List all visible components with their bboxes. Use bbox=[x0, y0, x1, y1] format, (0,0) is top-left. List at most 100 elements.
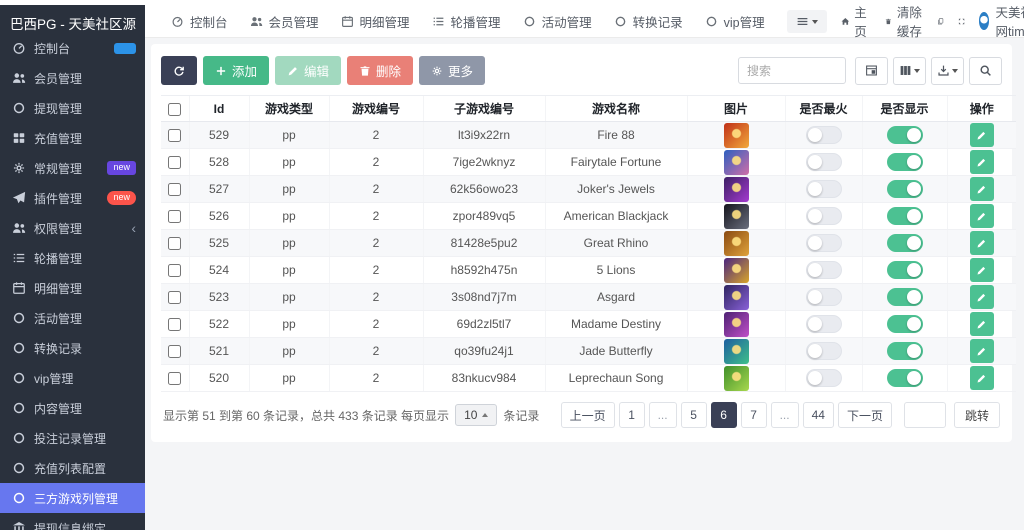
row-edit-button[interactable] bbox=[970, 231, 994, 255]
sidebar-item-label: 充值管理 bbox=[34, 130, 82, 147]
hot-toggle[interactable] bbox=[806, 315, 842, 333]
row-checkbox[interactable] bbox=[168, 210, 181, 223]
home-link[interactable]: 主页 bbox=[841, 2, 872, 40]
sidebar-item-4[interactable]: 常规管理new bbox=[0, 153, 145, 183]
sidebar-item-3[interactable]: 充值管理 bbox=[0, 123, 145, 153]
more-button[interactable]: 更多 bbox=[419, 56, 485, 85]
navbar-right: 主页 清除缓存 天美社区源码网timibbs.net bbox=[787, 2, 1024, 40]
nav-tab-3[interactable]: 轮播管理 bbox=[432, 12, 501, 31]
hot-toggle[interactable] bbox=[806, 369, 842, 387]
show-toggle[interactable] bbox=[887, 207, 923, 225]
sidebar-item-12[interactable]: 内容管理 bbox=[0, 393, 145, 423]
search-area bbox=[738, 57, 1002, 85]
cell-sub-game-no: 62k56owo23 bbox=[423, 176, 545, 203]
select-all-checkbox[interactable] bbox=[168, 103, 181, 116]
cell-game-name: Great Rhino bbox=[545, 230, 687, 257]
sidebar-item-5[interactable]: 插件管理new bbox=[0, 183, 145, 213]
hot-toggle[interactable] bbox=[806, 126, 842, 144]
fullscreen-icon[interactable] bbox=[958, 15, 965, 28]
hot-toggle[interactable] bbox=[806, 207, 842, 225]
row-edit-button[interactable] bbox=[970, 150, 994, 174]
clear-cache-link[interactable]: 清除缓存 bbox=[885, 2, 923, 40]
show-toggle[interactable] bbox=[887, 315, 923, 333]
show-toggle[interactable] bbox=[887, 342, 923, 360]
search-input[interactable] bbox=[738, 57, 846, 84]
hot-toggle[interactable] bbox=[806, 180, 842, 198]
row-edit-button[interactable] bbox=[970, 285, 994, 309]
row-edit-button[interactable] bbox=[970, 123, 994, 147]
show-toggle[interactable] bbox=[887, 288, 923, 306]
page-number-button[interactable]: 1 bbox=[619, 402, 645, 428]
row-edit-button[interactable] bbox=[970, 312, 994, 336]
sidebar-item-15[interactable]: 三方游戏列管理 bbox=[0, 483, 145, 513]
row-edit-button[interactable] bbox=[970, 339, 994, 363]
row-checkbox[interactable] bbox=[168, 183, 181, 196]
page-number-button[interactable]: 6 bbox=[711, 402, 737, 428]
row-checkbox[interactable] bbox=[168, 345, 181, 358]
row-edit-button[interactable] bbox=[970, 177, 994, 201]
prev-page-button[interactable]: 上一页 bbox=[561, 402, 615, 428]
sidebar-item-2[interactable]: 提现管理 bbox=[0, 93, 145, 123]
jump-page-input[interactable] bbox=[904, 402, 946, 428]
search-button[interactable] bbox=[969, 57, 1002, 85]
nav-tab-6[interactable]: vip管理 bbox=[705, 12, 765, 31]
nav-tab-2[interactable]: 明细管理 bbox=[341, 12, 410, 31]
hot-toggle[interactable] bbox=[806, 342, 842, 360]
nav-tab-0[interactable]: 控制台 bbox=[171, 12, 228, 31]
next-page-button[interactable]: 下一页 bbox=[838, 402, 892, 428]
sidebar-item-label: 明细管理 bbox=[34, 280, 82, 297]
hot-toggle[interactable] bbox=[806, 288, 842, 306]
row-checkbox[interactable] bbox=[168, 129, 181, 142]
row-edit-button[interactable] bbox=[970, 258, 994, 282]
page-number-button[interactable]: 44 bbox=[803, 402, 834, 428]
page-number-button[interactable]: 7 bbox=[741, 402, 767, 428]
row-checkbox[interactable] bbox=[168, 291, 181, 304]
sidebar-item-16[interactable]: 提现信息绑定 bbox=[0, 513, 145, 530]
hot-toggle[interactable] bbox=[806, 234, 842, 252]
sidebar-item-14[interactable]: 充值列表配置 bbox=[0, 453, 145, 483]
sidebar-item-13[interactable]: 投注记录管理 bbox=[0, 423, 145, 453]
refresh-button[interactable] bbox=[161, 56, 197, 85]
refresh-frame-icon[interactable] bbox=[937, 15, 944, 28]
add-button[interactable]: 添加 bbox=[203, 56, 269, 85]
detail-view-button[interactable] bbox=[855, 57, 888, 85]
sidebar-item-7[interactable]: 轮播管理 bbox=[0, 243, 145, 273]
sidebar-item-11[interactable]: vip管理 bbox=[0, 363, 145, 393]
edit-button[interactable]: 编辑 bbox=[275, 56, 341, 85]
show-toggle[interactable] bbox=[887, 261, 923, 279]
nav-tab-5[interactable]: 转换记录 bbox=[614, 12, 683, 31]
sidebar-item-10[interactable]: 转换记录 bbox=[0, 333, 145, 363]
hot-toggle[interactable] bbox=[806, 261, 842, 279]
row-checkbox[interactable] bbox=[168, 318, 181, 331]
row-checkbox[interactable] bbox=[168, 372, 181, 385]
table-row: 527pp262k56owo23Joker's Jewels bbox=[161, 176, 1016, 203]
row-checkbox[interactable] bbox=[168, 156, 181, 169]
sidebar-badge: new bbox=[107, 161, 136, 175]
user-menu[interactable]: 天美社区源码网timibbs.net bbox=[979, 2, 1024, 40]
show-toggle[interactable] bbox=[887, 126, 923, 144]
sidebar-item-9[interactable]: 活动管理 bbox=[0, 303, 145, 333]
nav-menu-button[interactable] bbox=[787, 10, 827, 33]
row-checkbox[interactable] bbox=[168, 264, 181, 277]
delete-button[interactable]: 删除 bbox=[347, 56, 413, 85]
columns-button[interactable] bbox=[893, 57, 926, 85]
nav-tab-1[interactable]: 会员管理 bbox=[250, 12, 319, 31]
jump-button[interactable]: 跳转 bbox=[954, 402, 1000, 428]
sidebar-item-6[interactable]: 权限管理‹ bbox=[0, 213, 145, 243]
show-toggle[interactable] bbox=[887, 180, 923, 198]
sidebar-item-8[interactable]: 明细管理 bbox=[0, 273, 145, 303]
row-checkbox[interactable] bbox=[168, 237, 181, 250]
show-toggle[interactable] bbox=[887, 369, 923, 387]
page-size-select[interactable]: 10 bbox=[455, 404, 497, 426]
nav-tab-4[interactable]: 活动管理 bbox=[523, 12, 592, 31]
show-toggle[interactable] bbox=[887, 153, 923, 171]
row-edit-button[interactable] bbox=[970, 204, 994, 228]
bars-icon bbox=[796, 15, 809, 28]
page-number-button[interactable]: 5 bbox=[681, 402, 707, 428]
hot-toggle[interactable] bbox=[806, 153, 842, 171]
show-toggle[interactable] bbox=[887, 234, 923, 252]
row-edit-button[interactable] bbox=[970, 366, 994, 390]
site-label: 天美社区源码网timibbs.net bbox=[995, 2, 1024, 40]
sidebar-item-1[interactable]: 会员管理 bbox=[0, 63, 145, 93]
export-button[interactable] bbox=[931, 57, 964, 85]
